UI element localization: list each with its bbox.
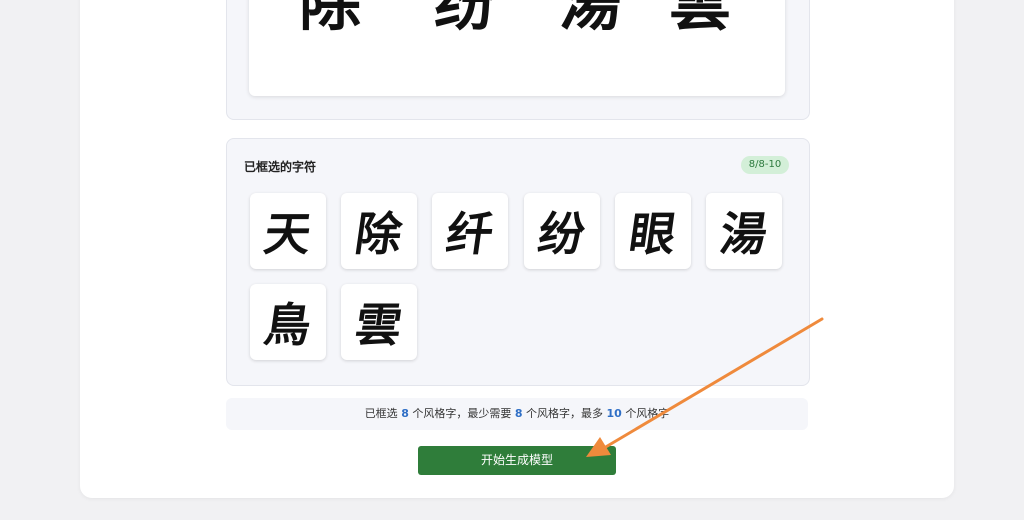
character-glyph: 眼 [625, 207, 680, 261]
character-glyph: 雲 [351, 298, 406, 352]
selected-character-tile[interactable]: 湯 [706, 193, 782, 269]
character-glyph: 鳥 [260, 298, 315, 352]
preview-glyph: 湯 [559, 0, 622, 39]
selection-requirement-info: 已框选 8 个风格字，最少需要 8 个风格字，最多 10 个风格字 [226, 398, 808, 430]
selected-character-tile[interactable]: 天 [250, 193, 326, 269]
start-generate-model-button[interactable]: 开始生成模型 [418, 446, 616, 475]
maximum-count: 10 [606, 407, 622, 420]
info-suffix: 个风格字 [625, 407, 670, 420]
info-mid-1: 个风格字，最少需要 [412, 407, 512, 420]
selected-character-tile[interactable]: 鳥 [250, 284, 326, 360]
character-glyph: 天 [260, 207, 315, 261]
character-glyph: 湯 [716, 207, 771, 261]
selected-character-tile[interactable]: 纤 [432, 193, 508, 269]
character-glyph: 纤 [442, 207, 497, 261]
preview-glyph: 纷 [434, 0, 497, 39]
character-glyph: 除 [351, 207, 406, 261]
preview-glyph: 除 [299, 0, 362, 39]
minimum-count: 8 [514, 407, 523, 420]
info-prefix: 已框选 [364, 407, 398, 420]
character-glyph: 纷 [534, 207, 589, 261]
selected-count: 8 [401, 407, 409, 420]
selected-character-tile[interactable]: 纷 [524, 193, 600, 269]
info-mid-2: 个风格字，最多 [526, 407, 603, 420]
selected-character-tile[interactable]: 眼 [615, 193, 691, 269]
selected-characters-title: 已框选的字符 [244, 160, 317, 174]
selected-character-tile[interactable]: 雲 [341, 284, 417, 360]
selected-character-tile[interactable]: 除 [341, 193, 417, 269]
preview-glyph: 雲 [669, 0, 732, 39]
selection-count-badge: 8/8-10 [741, 156, 789, 174]
calligraphy-preview: 除 纷 湯 雲 [249, 0, 785, 96]
